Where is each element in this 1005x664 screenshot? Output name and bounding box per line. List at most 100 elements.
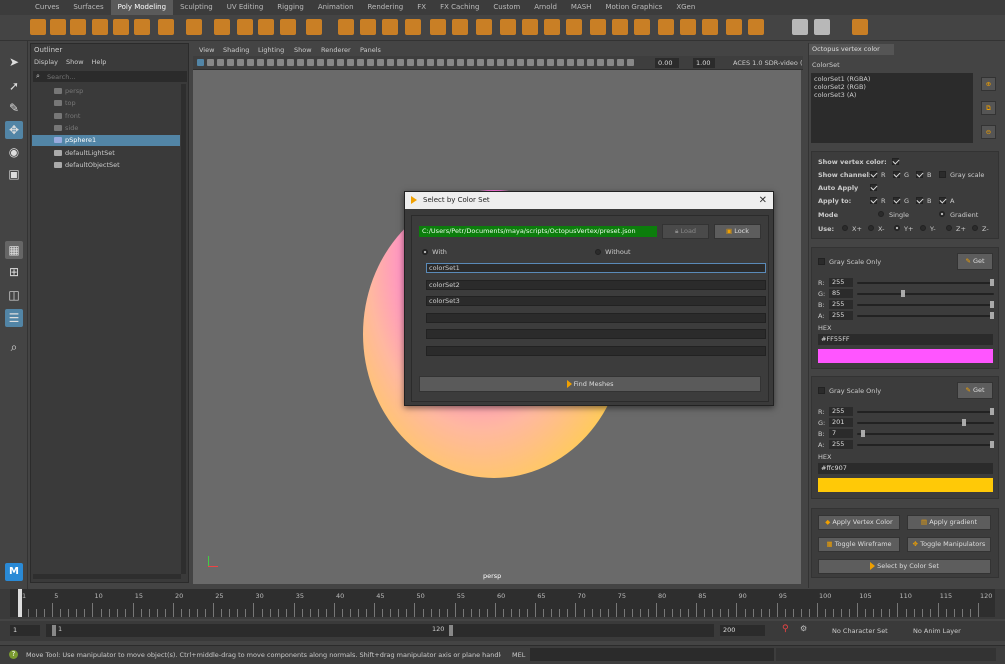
viewport-menu-shading[interactable]: Shading [223,46,249,54]
shelf-extrude-icon[interactable] [476,19,492,35]
color2-swatch[interactable] [818,478,993,492]
use-yminus-radio[interactable] [920,225,926,231]
current-frame-marker[interactable] [18,589,22,617]
viewport-tool-icon[interactable] [537,59,544,66]
colorset-list[interactable]: colorSet1 (RGBA) colorSet2 (RGB) colorSet3… [811,73,973,143]
color1-b-slider-knob[interactable] [990,301,994,308]
outliner-item[interactable]: top [32,98,180,109]
shelf-plane-icon[interactable] [134,19,150,35]
shelf-crease-icon[interactable] [726,19,742,35]
viewport-tool-icon[interactable] [327,59,334,66]
viewport-tool-icon[interactable] [547,59,554,66]
shelf-cube-icon[interactable] [50,19,66,35]
color1-a-slider-knob[interactable] [990,312,994,319]
viewport-tool-icon[interactable] [217,59,224,66]
colorset-row[interactable] [426,345,766,356]
toggle-manipulators-button[interactable]: ✥ Toggle Manipulators [907,537,991,552]
viewport-tool-icon[interactable] [277,59,284,66]
viewport-tool-icon[interactable] [527,59,534,66]
shelf-triangulate-icon[interactable] [612,19,628,35]
use-zminus-radio[interactable] [972,225,978,231]
find-meshes-button[interactable]: Find Meshes [419,376,761,392]
lock-button[interactable]: ▣ Lock [714,224,761,239]
viewport-tool-icon[interactable] [487,59,494,66]
viewport-menu-panels[interactable]: Panels [360,46,381,54]
color2-g-slider-knob[interactable] [961,419,966,426]
auto-key-icon[interactable]: ⚲ [782,624,789,634]
viewport-tool-icon[interactable] [307,59,314,66]
shelf-tab-arnold[interactable]: Arnold [527,0,564,15]
shelf-cylinder-icon[interactable] [70,19,86,35]
outliner-item[interactable]: front [32,111,180,122]
range-end-handle[interactable] [449,625,453,636]
viewport-tool-icon[interactable] [207,59,214,66]
shelf-sphere-icon[interactable] [30,19,46,35]
shelf-wedge-icon[interactable] [680,19,696,35]
viewport-tool-icon[interactable] [457,59,464,66]
color1-b-slider[interactable] [857,301,994,308]
colorset-row[interactable]: colorSet3 [426,296,766,306]
shelf-multicut-icon[interactable] [522,19,538,35]
color-space-label[interactable]: ACES 1.0 SDR-video ( [733,59,803,67]
color1-get-button[interactable]: ✎ Get [957,253,993,270]
color1-hex-field[interactable]: #FF55FF [818,334,993,345]
shelf-uv-icon[interactable] [748,19,764,35]
color1-g-slider[interactable] [857,290,994,297]
gradient-radio[interactable] [939,211,945,217]
viewport-tool-icon[interactable] [367,59,374,66]
color1-swatch[interactable] [818,349,993,363]
outliner-item[interactable]: persp [32,86,180,97]
color2-gray-only-checkbox[interactable] [818,387,825,394]
color1-r-slider-knob[interactable] [990,279,994,286]
viewport-tool-icon[interactable] [357,59,364,66]
shelf-torus-icon[interactable] [113,19,129,35]
shelf-poke-icon[interactable] [702,19,718,35]
outliner-menu-display[interactable]: Display [34,58,58,66]
use-xplus-radio[interactable] [842,225,848,231]
color1-a-slider[interactable] [857,312,994,319]
channel-b-checkbox[interactable] [916,171,923,178]
apply-g-checkbox[interactable] [893,197,900,204]
apply-gradient-button[interactable]: ▤ Apply gradient [907,515,991,530]
time-slider[interactable]: 1 5 10 15 20 25 30 35 40 45 50 55 60 65 70 75 80 85 90 95 10… [0,589,1005,619]
apply-vertex-color-button[interactable]: ◆ Apply Vertex Color [818,515,900,530]
shelf-reduce-icon[interactable] [382,19,398,35]
viewport-tool-icon[interactable] [587,59,594,66]
color2-get-button[interactable]: ✎ Get [957,382,993,399]
viewport-tool-icon[interactable] [297,59,304,66]
viewport-tool-icon[interactable] [507,59,514,66]
gray-scale-checkbox[interactable] [939,171,946,178]
lasso-tool-icon[interactable]: ➚ [5,77,23,95]
channel-r-checkbox[interactable] [870,171,877,178]
color2-hex-field[interactable]: #ffc907 [818,463,993,474]
viewport-menu-renderer[interactable]: Renderer [321,46,351,54]
color1-g-slider-knob[interactable] [901,290,906,297]
viewport-tool-icon[interactable] [627,59,634,66]
color2-a-slider[interactable] [857,441,994,448]
paint-select-icon[interactable]: ✎ [5,99,23,117]
outliner-search-input[interactable] [47,71,175,82]
colorset-row[interactable] [426,312,766,323]
shelf-separate-icon[interactable] [338,19,354,35]
color1-r-field[interactable]: 255 [829,278,853,287]
without-radio-icon[interactable] [595,249,601,255]
colorset-row[interactable]: colorSet1 [426,263,766,273]
single-radio[interactable] [878,211,884,217]
remove-colorset-icon[interactable]: ⊖ [981,125,996,139]
outliner-menu-show[interactable]: Show [66,58,84,66]
shelf-fill-hole-icon[interactable] [590,19,606,35]
use-zplus-radio[interactable] [946,225,952,231]
viewport-tool-icon[interactable] [467,59,474,66]
outliner-layout-icon[interactable]: ☰ [5,309,23,327]
viewport-tool-icon[interactable] [317,59,324,66]
apply-r-checkbox[interactable] [870,197,877,204]
show-vertex-color-checkbox[interactable] [892,158,899,165]
shelf-pipe-icon[interactable] [280,19,296,35]
anim-layer-dropdown[interactable]: No Anim Layer [913,627,961,635]
panel-tab[interactable]: Octopus vertex color [809,44,894,55]
viewport-tool-icon[interactable] [257,59,264,66]
shelf-tab-sculpting[interactable]: Sculpting [173,0,220,15]
viewport-tool-icon[interactable] [377,59,384,66]
viewport-tool-icon[interactable] [197,59,204,66]
range-start-handle[interactable] [52,625,56,636]
